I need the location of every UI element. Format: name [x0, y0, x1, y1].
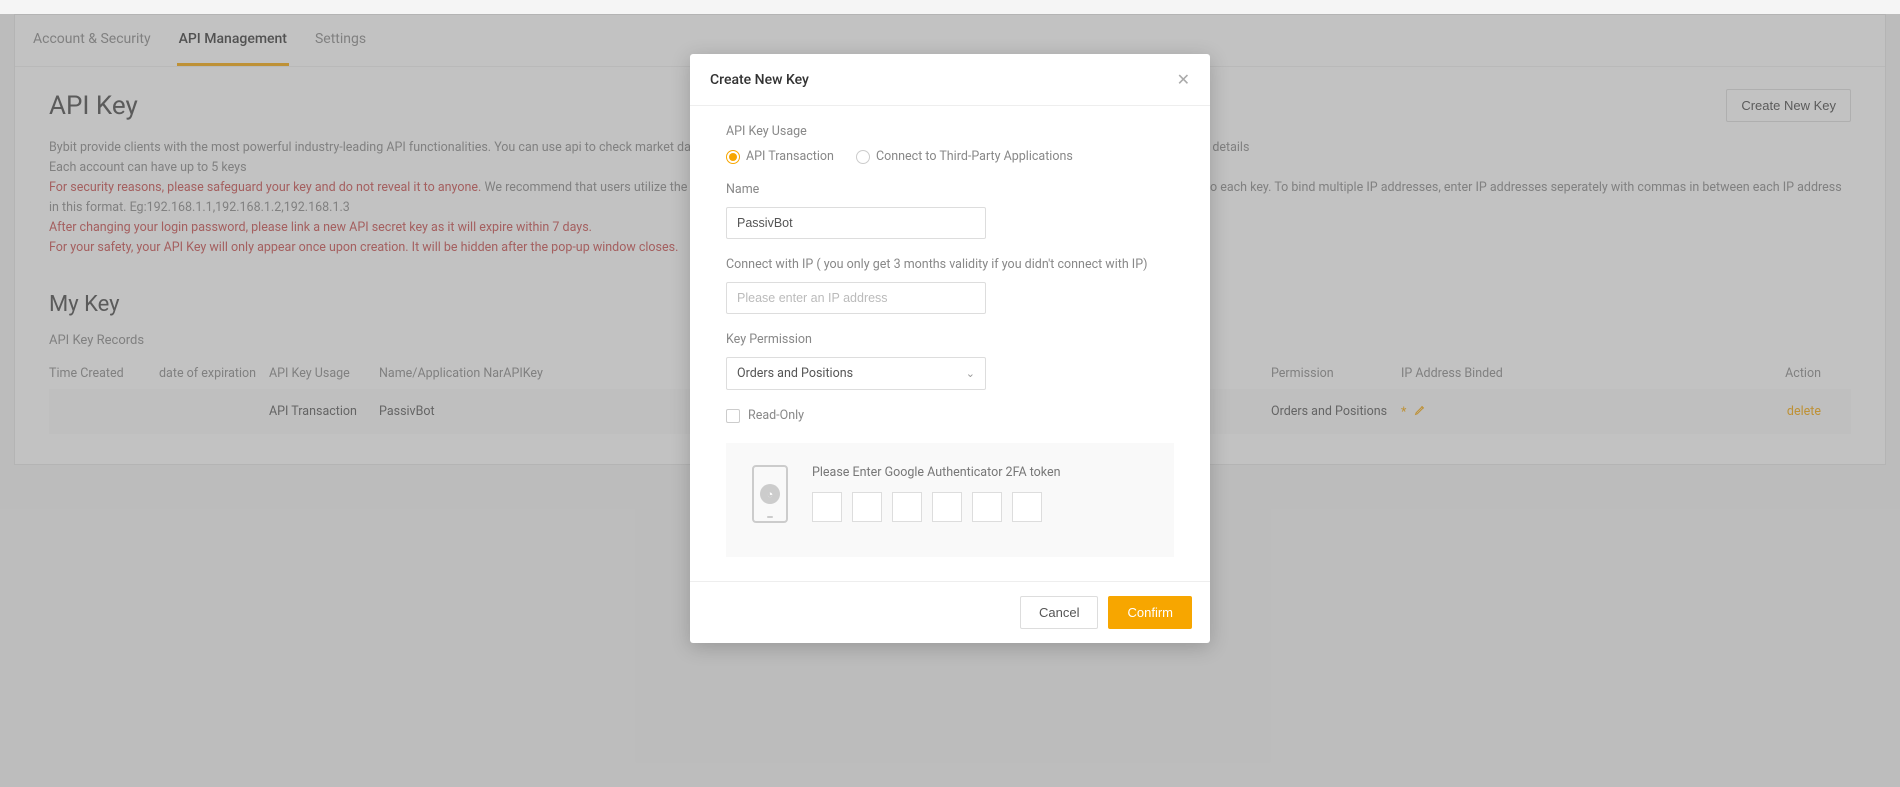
usage-label: API Key Usage	[726, 124, 1174, 139]
ip-label: Connect with IP ( you only get 3 months …	[726, 257, 1174, 272]
radio-third-party[interactable]: Connect to Third-Party Applications	[856, 149, 1073, 164]
code-input-1[interactable]	[812, 492, 842, 522]
radio-api-transaction-label: API Transaction	[746, 149, 834, 164]
code-input-5[interactable]	[972, 492, 1002, 522]
readonly-label: Read-Only	[748, 408, 804, 423]
code-input-3[interactable]	[892, 492, 922, 522]
radio-checked-icon	[726, 150, 740, 164]
radio-unchecked-icon	[856, 150, 870, 164]
authenticator-pie-icon: ◔	[760, 484, 780, 504]
modal-title: Create New Key	[710, 72, 809, 88]
modal-overlay: Create New Key ✕ API Key Usage API Trans…	[0, 14, 1900, 787]
auth-label: Please Enter Google Authenticator 2FA to…	[812, 465, 1148, 480]
code-input-2[interactable]	[852, 492, 882, 522]
close-icon[interactable]: ✕	[1177, 70, 1190, 89]
checkbox-icon	[726, 409, 740, 423]
code-input-6[interactable]	[1012, 492, 1042, 522]
permission-select[interactable]: Orders and Positions ⌄	[726, 357, 986, 390]
authenticator-box: ◔ Please Enter Google Authenticator 2FA …	[726, 443, 1174, 557]
cancel-button[interactable]: Cancel	[1020, 596, 1098, 629]
create-key-modal: Create New Key ✕ API Key Usage API Trans…	[690, 54, 1210, 643]
ip-input[interactable]	[726, 282, 986, 314]
code-input-row	[812, 492, 1148, 522]
chevron-down-icon: ⌄	[966, 367, 975, 380]
name-input[interactable]	[726, 207, 986, 239]
readonly-checkbox-row[interactable]: Read-Only	[726, 408, 1174, 423]
confirm-button[interactable]: Confirm	[1108, 596, 1192, 629]
phone-icon: ◔	[752, 465, 788, 523]
radio-api-transaction[interactable]: API Transaction	[726, 149, 834, 164]
radio-third-party-label: Connect to Third-Party Applications	[876, 149, 1073, 164]
name-label: Name	[726, 182, 1174, 197]
code-input-4[interactable]	[932, 492, 962, 522]
permission-label: Key Permission	[726, 332, 1174, 347]
permission-value: Orders and Positions	[737, 366, 853, 381]
